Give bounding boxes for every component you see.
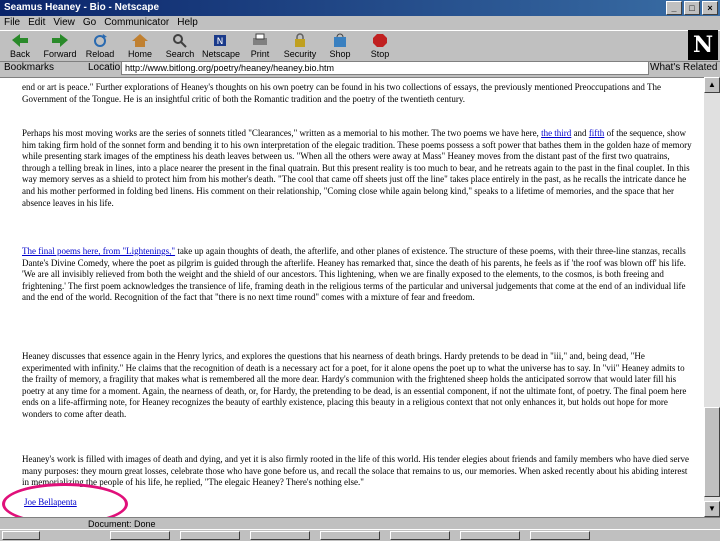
window-title: Seamus Heaney - Bio - Netscape: [4, 2, 160, 13]
home-label: Home: [127, 49, 152, 59]
print-button[interactable]: Print: [242, 33, 278, 59]
taskbar: [0, 529, 720, 541]
close-icon[interactable]: ×: [702, 1, 718, 15]
search-icon: [173, 34, 187, 48]
menu-view[interactable]: View: [53, 16, 75, 30]
paragraph-2: Perhaps his most moving works are the se…: [22, 128, 692, 208]
search-button[interactable]: Search: [162, 33, 198, 59]
url-input[interactable]: [121, 61, 649, 75]
forward-button[interactable]: Forward: [42, 33, 78, 59]
stop-label: Stop: [370, 49, 390, 59]
security-label: Security: [283, 49, 317, 59]
menu-communicator[interactable]: Communicator: [104, 16, 169, 30]
paragraph-1: end or art is peace." Further exploratio…: [22, 82, 661, 104]
shop-icon: [334, 33, 346, 47]
menu-file[interactable]: File: [4, 16, 20, 30]
vertical-scrollbar[interactable]: ▲ ▼: [704, 77, 720, 517]
shop-label: Shop: [329, 49, 351, 59]
back-icon: [12, 34, 28, 47]
reload-button[interactable]: Reload: [82, 33, 118, 59]
print-icon: [253, 33, 267, 45]
security-icon: [295, 33, 305, 47]
taskbar-item[interactable]: [320, 531, 380, 540]
security-button[interactable]: Security: [282, 33, 318, 59]
link-fifth-poem[interactable]: fifth: [589, 128, 605, 138]
link-third-poem[interactable]: the third: [541, 128, 571, 138]
author-signature-link[interactable]: Joe Bellapenta: [24, 497, 77, 507]
stop-icon: [373, 34, 387, 47]
print-label: Print: [250, 49, 270, 59]
navigation-toolbar: Back Forward Reload Home Search N Netsca…: [0, 30, 720, 62]
taskbar-item[interactable]: [250, 531, 310, 540]
menu-go[interactable]: Go: [83, 16, 96, 30]
bookmarks-button[interactable]: Bookmarks: [4, 60, 54, 76]
taskbar-item[interactable]: [390, 531, 450, 540]
minimize-icon[interactable]: _: [666, 1, 682, 15]
home-button[interactable]: Home: [122, 33, 158, 59]
link-lightenings[interactable]: The final poems here, from "Lightenings,…: [22, 246, 175, 256]
netscape-label: Netscape: [202, 49, 241, 59]
shop-button[interactable]: Shop: [322, 33, 358, 59]
svg-text:N: N: [217, 37, 224, 47]
forward-icon: [52, 34, 68, 47]
taskbar-item[interactable]: [180, 531, 240, 540]
location-bar: Bookmarks Location: What's Related: [0, 60, 720, 76]
netscape-logo-icon[interactable]: N: [688, 30, 718, 60]
scroll-up-icon[interactable]: ▲: [704, 77, 720, 93]
scroll-thumb[interactable]: [704, 407, 720, 497]
menu-edit[interactable]: Edit: [28, 16, 45, 30]
taskbar-item[interactable]: [460, 531, 520, 540]
netscape-button[interactable]: N Netscape: [202, 33, 241, 59]
reload-label: Reload: [85, 49, 115, 59]
reload-icon: [94, 34, 107, 47]
menu-help[interactable]: Help: [177, 16, 198, 30]
title-bar: Seamus Heaney - Bio - Netscape _ □ ×: [0, 0, 720, 16]
window-controls: _ □ ×: [666, 1, 718, 15]
maximize-icon[interactable]: □: [684, 1, 700, 15]
scroll-down-icon[interactable]: ▼: [704, 501, 720, 517]
taskbar-item[interactable]: [530, 531, 590, 540]
paragraph-4: Heaney discusses that essence again in t…: [22, 351, 687, 419]
home-icon: [132, 34, 148, 47]
back-button[interactable]: Back: [2, 33, 38, 59]
back-label: Back: [9, 49, 30, 59]
search-label: Search: [165, 49, 195, 59]
paragraph-3: The final poems here, from "Lightenings,…: [22, 246, 686, 303]
stop-button[interactable]: Stop: [362, 33, 398, 59]
netscape-icon: N: [214, 35, 226, 47]
taskbar-item[interactable]: [110, 531, 170, 540]
whats-related-button[interactable]: What's Related: [650, 60, 718, 76]
paragraph-5: Heaney's work is filled with images of d…: [22, 454, 689, 488]
menu-bar: File Edit View Go Communicator Help: [0, 16, 720, 30]
start-button[interactable]: [2, 531, 40, 540]
forward-label: Forward: [43, 49, 77, 59]
page-content: end or art is peace." Further exploratio…: [0, 77, 704, 518]
